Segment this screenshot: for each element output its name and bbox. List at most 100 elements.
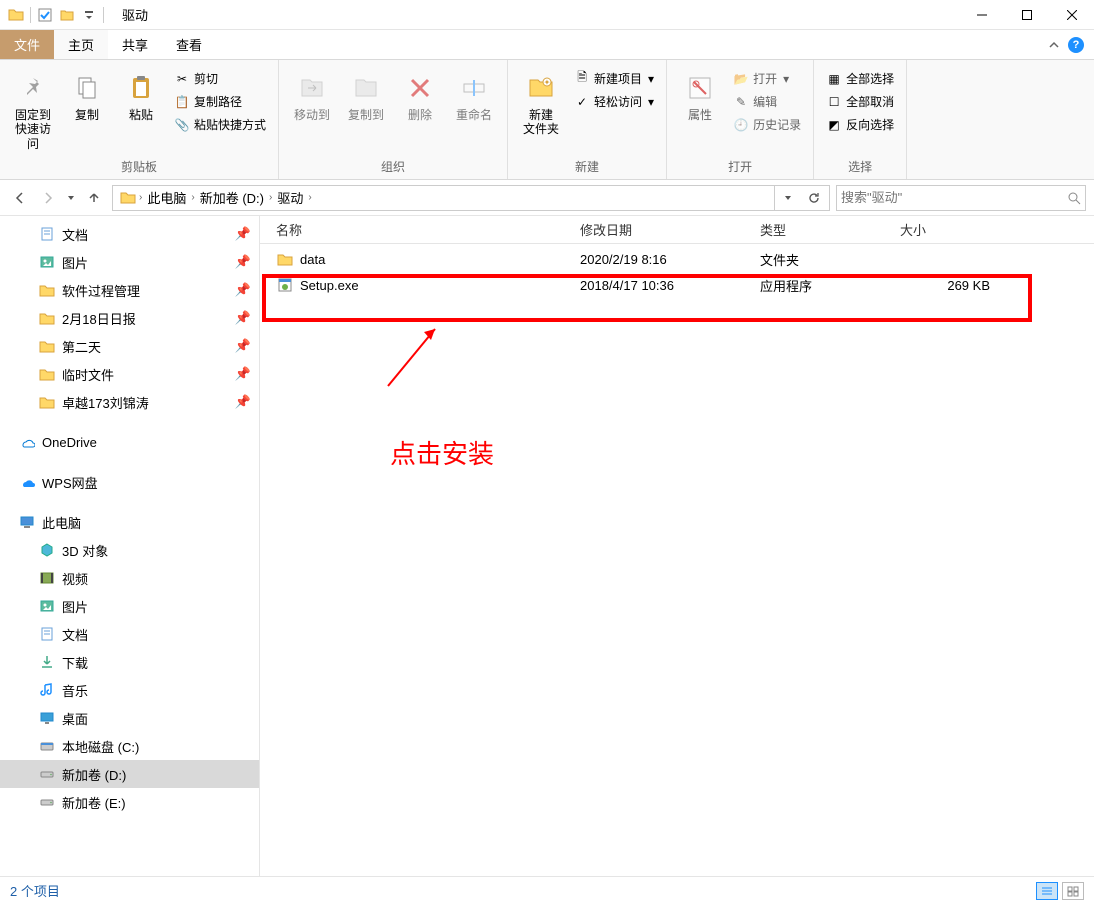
new-folder-button[interactable]: ✦ 新建 文件夹 — [516, 68, 566, 141]
sidebar-item[interactable]: 卓越173刘锦涛📌 — [0, 388, 259, 416]
pin-quick-access-button[interactable]: 固定到 快速访问 — [8, 68, 58, 155]
wps-icon — [18, 473, 36, 491]
pin-icon: 📌 — [235, 394, 251, 410]
rename-button[interactable]: 重命名 — [449, 68, 499, 126]
pin-icon: 📌 — [235, 310, 251, 326]
sidebar-item[interactable]: 文档📌 — [0, 220, 259, 248]
dropdown-icon[interactable] — [81, 7, 97, 23]
sidebar-wps[interactable]: WPS网盘 — [0, 468, 259, 496]
maximize-button[interactable] — [1004, 0, 1049, 30]
select-none-button[interactable]: ☐全部取消 — [822, 91, 898, 112]
sidebar-item[interactable]: 软件过程管理📌 — [0, 276, 259, 304]
sidebar-item[interactable]: 下载 — [0, 648, 259, 676]
sidebar-item-label: 3D 对象 — [62, 541, 108, 560]
column-headers[interactable]: 名称 修改日期 类型 大小 — [260, 216, 1094, 244]
sidebar-item-label: OneDrive — [42, 435, 97, 450]
copy-button[interactable]: 复制 — [62, 68, 112, 126]
sidebar-item[interactable]: 3D 对象 — [0, 536, 259, 564]
sidebar-item[interactable]: 图片 — [0, 592, 259, 620]
sidebar-item[interactable]: 新加卷 (E:) — [0, 788, 259, 816]
back-button[interactable] — [8, 186, 32, 210]
breadcrumb-item[interactable]: 此电脑 — [144, 188, 189, 207]
column-type[interactable]: 类型 — [760, 220, 900, 239]
pin-icon — [17, 72, 49, 104]
video-icon — [38, 569, 56, 587]
folder-icon — [276, 250, 294, 268]
close-button[interactable] — [1049, 0, 1094, 30]
tab-share[interactable]: 共享 — [108, 30, 162, 59]
copy-path-button[interactable]: 📋复制路径 — [170, 91, 270, 112]
view-icons-button[interactable] — [1062, 882, 1084, 900]
file-row[interactable]: data2020/2/19 8:16文件夹 — [260, 246, 1094, 272]
refresh-button[interactable] — [801, 186, 827, 210]
open-button[interactable]: 📂打开▾ — [729, 68, 805, 89]
sidebar-this-pc[interactable]: 此电脑 — [0, 508, 259, 536]
edit-button[interactable]: ✎编辑 — [729, 91, 805, 112]
column-size[interactable]: 大小 — [900, 220, 1000, 239]
svg-text:✦: ✦ — [544, 78, 551, 87]
sidebar-onedrive[interactable]: OneDrive — [0, 428, 259, 456]
paste-button[interactable]: 粘贴 — [116, 68, 166, 126]
select-all-button[interactable]: ▦全部选择 — [822, 68, 898, 89]
sidebar-item[interactable]: 2月18日日报 📌 — [0, 304, 259, 332]
separator — [103, 7, 104, 23]
checkbox-icon[interactable] — [37, 7, 53, 23]
copy-to-button[interactable]: 复制到 — [341, 68, 391, 126]
properties-button[interactable]: 属性 — [675, 68, 725, 126]
sidebar-item[interactable]: 音乐 — [0, 676, 259, 704]
view-details-button[interactable] — [1036, 882, 1058, 900]
easy-access-button[interactable]: ✓轻松访问▾ — [570, 91, 658, 112]
sidebar-item[interactable]: 图片📌 — [0, 248, 259, 276]
delete-button[interactable]: 删除 — [395, 68, 445, 126]
properties-icon — [684, 72, 716, 104]
tab-view[interactable]: 查看 — [162, 30, 216, 59]
invert-selection-button[interactable]: ◩反向选择 — [822, 114, 898, 135]
file-list[interactable]: data2020/2/19 8:16文件夹Setup.exe2018/4/17 … — [260, 244, 1094, 876]
navigation-pane[interactable]: 文档📌图片📌软件过程管理📌2月18日日报📌第二天📌临时文件📌卓越173刘锦涛📌O… — [0, 216, 260, 876]
up-button[interactable] — [82, 186, 106, 210]
sidebar-item[interactable]: 本地磁盘 (C:) — [0, 732, 259, 760]
tab-file[interactable]: 文件 — [0, 30, 54, 59]
group-open: 属性 📂打开▾ ✎编辑 🕘历史记录 打开 — [667, 60, 814, 179]
sidebar-item[interactable]: 临时文件📌 — [0, 360, 259, 388]
sidebar-item-label: 2月18日日报 — [62, 309, 136, 328]
sidebar-item-label: 临时文件 — [62, 365, 114, 384]
breadcrumb-item[interactable]: 新加卷 (D:) — [197, 188, 267, 207]
search-input[interactable] — [841, 190, 1067, 205]
forward-button[interactable] — [36, 186, 60, 210]
sidebar-item[interactable]: 第二天📌 — [0, 332, 259, 360]
file-name: Setup.exe — [300, 278, 359, 293]
search-icon[interactable] — [1067, 191, 1081, 205]
file-name: data — [300, 252, 325, 267]
column-name[interactable]: 名称 — [260, 220, 580, 239]
minimize-button[interactable] — [959, 0, 1004, 30]
tab-home[interactable]: 主页 — [54, 30, 108, 59]
status-bar: 2 个项目 — [0, 876, 1094, 904]
sidebar-item[interactable]: 新加卷 (D:) — [0, 760, 259, 788]
recent-dropdown[interactable] — [64, 186, 78, 210]
sidebar-item-label: 桌面 — [62, 709, 88, 728]
folder-small-icon[interactable] — [59, 7, 75, 23]
easyaccess-icon: ✓ — [574, 94, 590, 110]
drive-icon — [38, 793, 56, 811]
annotation-text: 点击安装 — [390, 434, 494, 471]
edit-icon: ✎ — [733, 94, 749, 110]
file-row[interactable]: Setup.exe2018/4/17 10:36应用程序269 KB — [260, 272, 1094, 298]
column-date[interactable]: 修改日期 — [580, 220, 760, 239]
breadcrumb-item[interactable]: 驱动 — [274, 188, 306, 207]
sidebar-item-label: 图片 — [62, 253, 88, 272]
paste-shortcut-button[interactable]: 📎粘贴快捷方式 — [170, 114, 270, 135]
collapse-ribbon-icon[interactable] — [1048, 39, 1060, 51]
sidebar-item[interactable]: 文档 — [0, 620, 259, 648]
sidebar-item-label: 文档 — [62, 625, 88, 644]
search-box[interactable] — [836, 185, 1086, 211]
new-item-button[interactable]: 🗎新建项目▾ — [570, 68, 658, 89]
breadcrumb-dropdown[interactable] — [775, 186, 801, 210]
help-icon[interactable]: ? — [1068, 37, 1084, 53]
sidebar-item[interactable]: 桌面 — [0, 704, 259, 732]
breadcrumb-bar[interactable]: ›此电脑›新加卷 (D:)›驱动› — [112, 185, 830, 211]
move-to-button[interactable]: 移动到 — [287, 68, 337, 126]
cut-button[interactable]: ✂剪切 — [170, 68, 270, 89]
history-button[interactable]: 🕘历史记录 — [729, 114, 805, 135]
sidebar-item[interactable]: 视频 — [0, 564, 259, 592]
